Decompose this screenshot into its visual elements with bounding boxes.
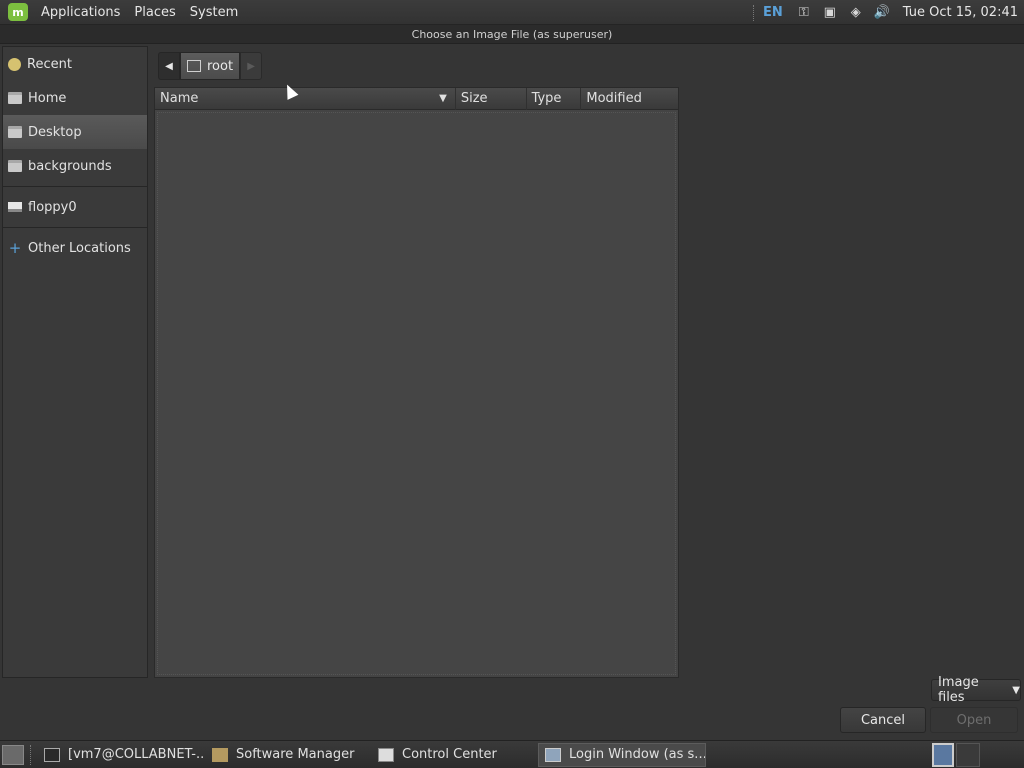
sidebar-item-label: Other Locations	[28, 240, 131, 256]
keyboard-layout-indicator[interactable]: EN	[763, 5, 783, 20]
key-icon[interactable]: ⚿	[795, 5, 813, 21]
window-title: Choose an Image File (as superuser)	[0, 25, 1024, 44]
login-window-icon	[545, 747, 561, 762]
sidebar-item-label: Home	[28, 90, 67, 106]
column-header-label: Type	[531, 91, 562, 106]
workspace-switcher-2[interactable]	[956, 743, 980, 767]
taskbar-item-label: Control Center	[402, 747, 497, 762]
column-header-label: Size	[460, 91, 488, 106]
sidebar-item-label: Desktop	[28, 124, 82, 140]
places-sidebar: Recent Home Desktop backgrounds floppy0 …	[2, 46, 148, 678]
path-crumb-label: root	[207, 58, 234, 74]
file-type-filter-dropdown[interactable]: Image files ▼	[931, 675, 1021, 705]
path-crumb-root[interactable]: root	[180, 52, 241, 80]
folder-icon	[8, 160, 22, 172]
taskbar-separator	[30, 744, 32, 765]
column-header-type[interactable]: Type	[527, 88, 582, 110]
sidebar-item-home[interactable]: Home	[3, 81, 147, 115]
path-bar: ◀ root ▶	[158, 52, 263, 80]
preview-area	[680, 87, 1024, 678]
sidebar-item-backgrounds[interactable]: backgrounds	[3, 149, 147, 183]
desktop-folder-icon	[8, 126, 22, 138]
sidebar-item-other-locations[interactable]: + Other Locations	[3, 231, 147, 265]
top-panel: m Applications Places System EN ⚿ ▣ ◈ 🔊 …	[0, 0, 1024, 25]
chevron-right-icon: ▶	[247, 60, 255, 72]
plus-icon: +	[8, 239, 22, 257]
recent-icon	[8, 57, 21, 71]
open-button[interactable]: Open	[930, 707, 1018, 733]
column-header-label: Name	[160, 91, 199, 106]
file-list[interactable]: Name ▼ Size Type Modified	[154, 87, 679, 678]
clock[interactable]: Tue Oct 15, 02:41	[903, 5, 1018, 20]
taskbar-item-login-window[interactable]: Login Window (as s...	[538, 742, 706, 767]
sidebar-item-floppy0[interactable]: floppy0	[3, 190, 147, 224]
column-header-row: Name ▼ Size Type Modified	[155, 88, 678, 110]
sort-down-icon: ▼	[439, 93, 447, 104]
home-icon	[187, 60, 201, 72]
sidebar-item-desktop[interactable]: Desktop	[3, 115, 147, 149]
floppy-icon	[8, 202, 22, 212]
file-chooser-dialog: Recent Home Desktop backgrounds floppy0 …	[0, 44, 1024, 740]
path-back-button[interactable]: ◀	[158, 52, 180, 80]
menu-system[interactable]: System	[183, 0, 245, 25]
shield-icon[interactable]: ◈	[847, 5, 865, 21]
system-tray: EN ⚿ ▣ ◈ 🔊 Tue Oct 15, 02:41	[753, 0, 1024, 25]
column-header-label: Modified	[586, 91, 642, 106]
taskbar-item-software-manager[interactable]: Software Manager	[206, 743, 370, 767]
taskbar-item-label: [vm7@COLLABNET-...	[68, 747, 204, 762]
taskbar-item-control-center[interactable]: Control Center	[372, 743, 536, 767]
path-forward-button[interactable]: ▶	[240, 52, 263, 80]
file-list-empty-area[interactable]	[157, 112, 676, 675]
sidebar-item-label: floppy0	[28, 199, 77, 215]
sidebar-item-recent[interactable]: Recent	[3, 47, 147, 81]
home-folder-icon	[8, 92, 22, 104]
taskbar-item-label: Login Window (as s...	[569, 747, 706, 762]
mint-logo-icon[interactable]: m	[8, 3, 28, 21]
tray-separator	[753, 4, 755, 21]
cancel-button[interactable]: Cancel	[840, 707, 926, 733]
sidebar-separator	[3, 186, 147, 187]
volume-icon[interactable]: 🔊	[873, 5, 891, 21]
control-center-icon	[378, 747, 394, 762]
column-header-size[interactable]: Size	[456, 88, 527, 110]
chevron-left-icon: ◀	[165, 60, 173, 72]
sidebar-separator	[3, 227, 147, 228]
sidebar-item-label: backgrounds	[28, 158, 112, 174]
menu-places[interactable]: Places	[127, 0, 182, 25]
chevron-down-icon: ▼	[1012, 684, 1020, 696]
software-manager-icon	[212, 747, 228, 762]
filter-label: Image files	[938, 675, 979, 705]
sidebar-item-label: Recent	[27, 56, 72, 72]
column-header-name[interactable]: Name ▼	[155, 88, 456, 110]
menu-applications[interactable]: Applications	[34, 0, 127, 25]
taskbar: [vm7@COLLABNET-... Software Manager Cont…	[0, 740, 1024, 768]
taskbar-item-label: Software Manager	[236, 747, 355, 762]
show-desktop-icon[interactable]	[2, 744, 24, 765]
network-icon[interactable]: ▣	[821, 5, 839, 21]
taskbar-item-terminal[interactable]: [vm7@COLLABNET-...	[38, 743, 204, 767]
workspace-switcher-1[interactable]	[932, 743, 954, 767]
terminal-icon	[44, 747, 60, 762]
column-header-modified[interactable]: Modified	[581, 88, 678, 110]
